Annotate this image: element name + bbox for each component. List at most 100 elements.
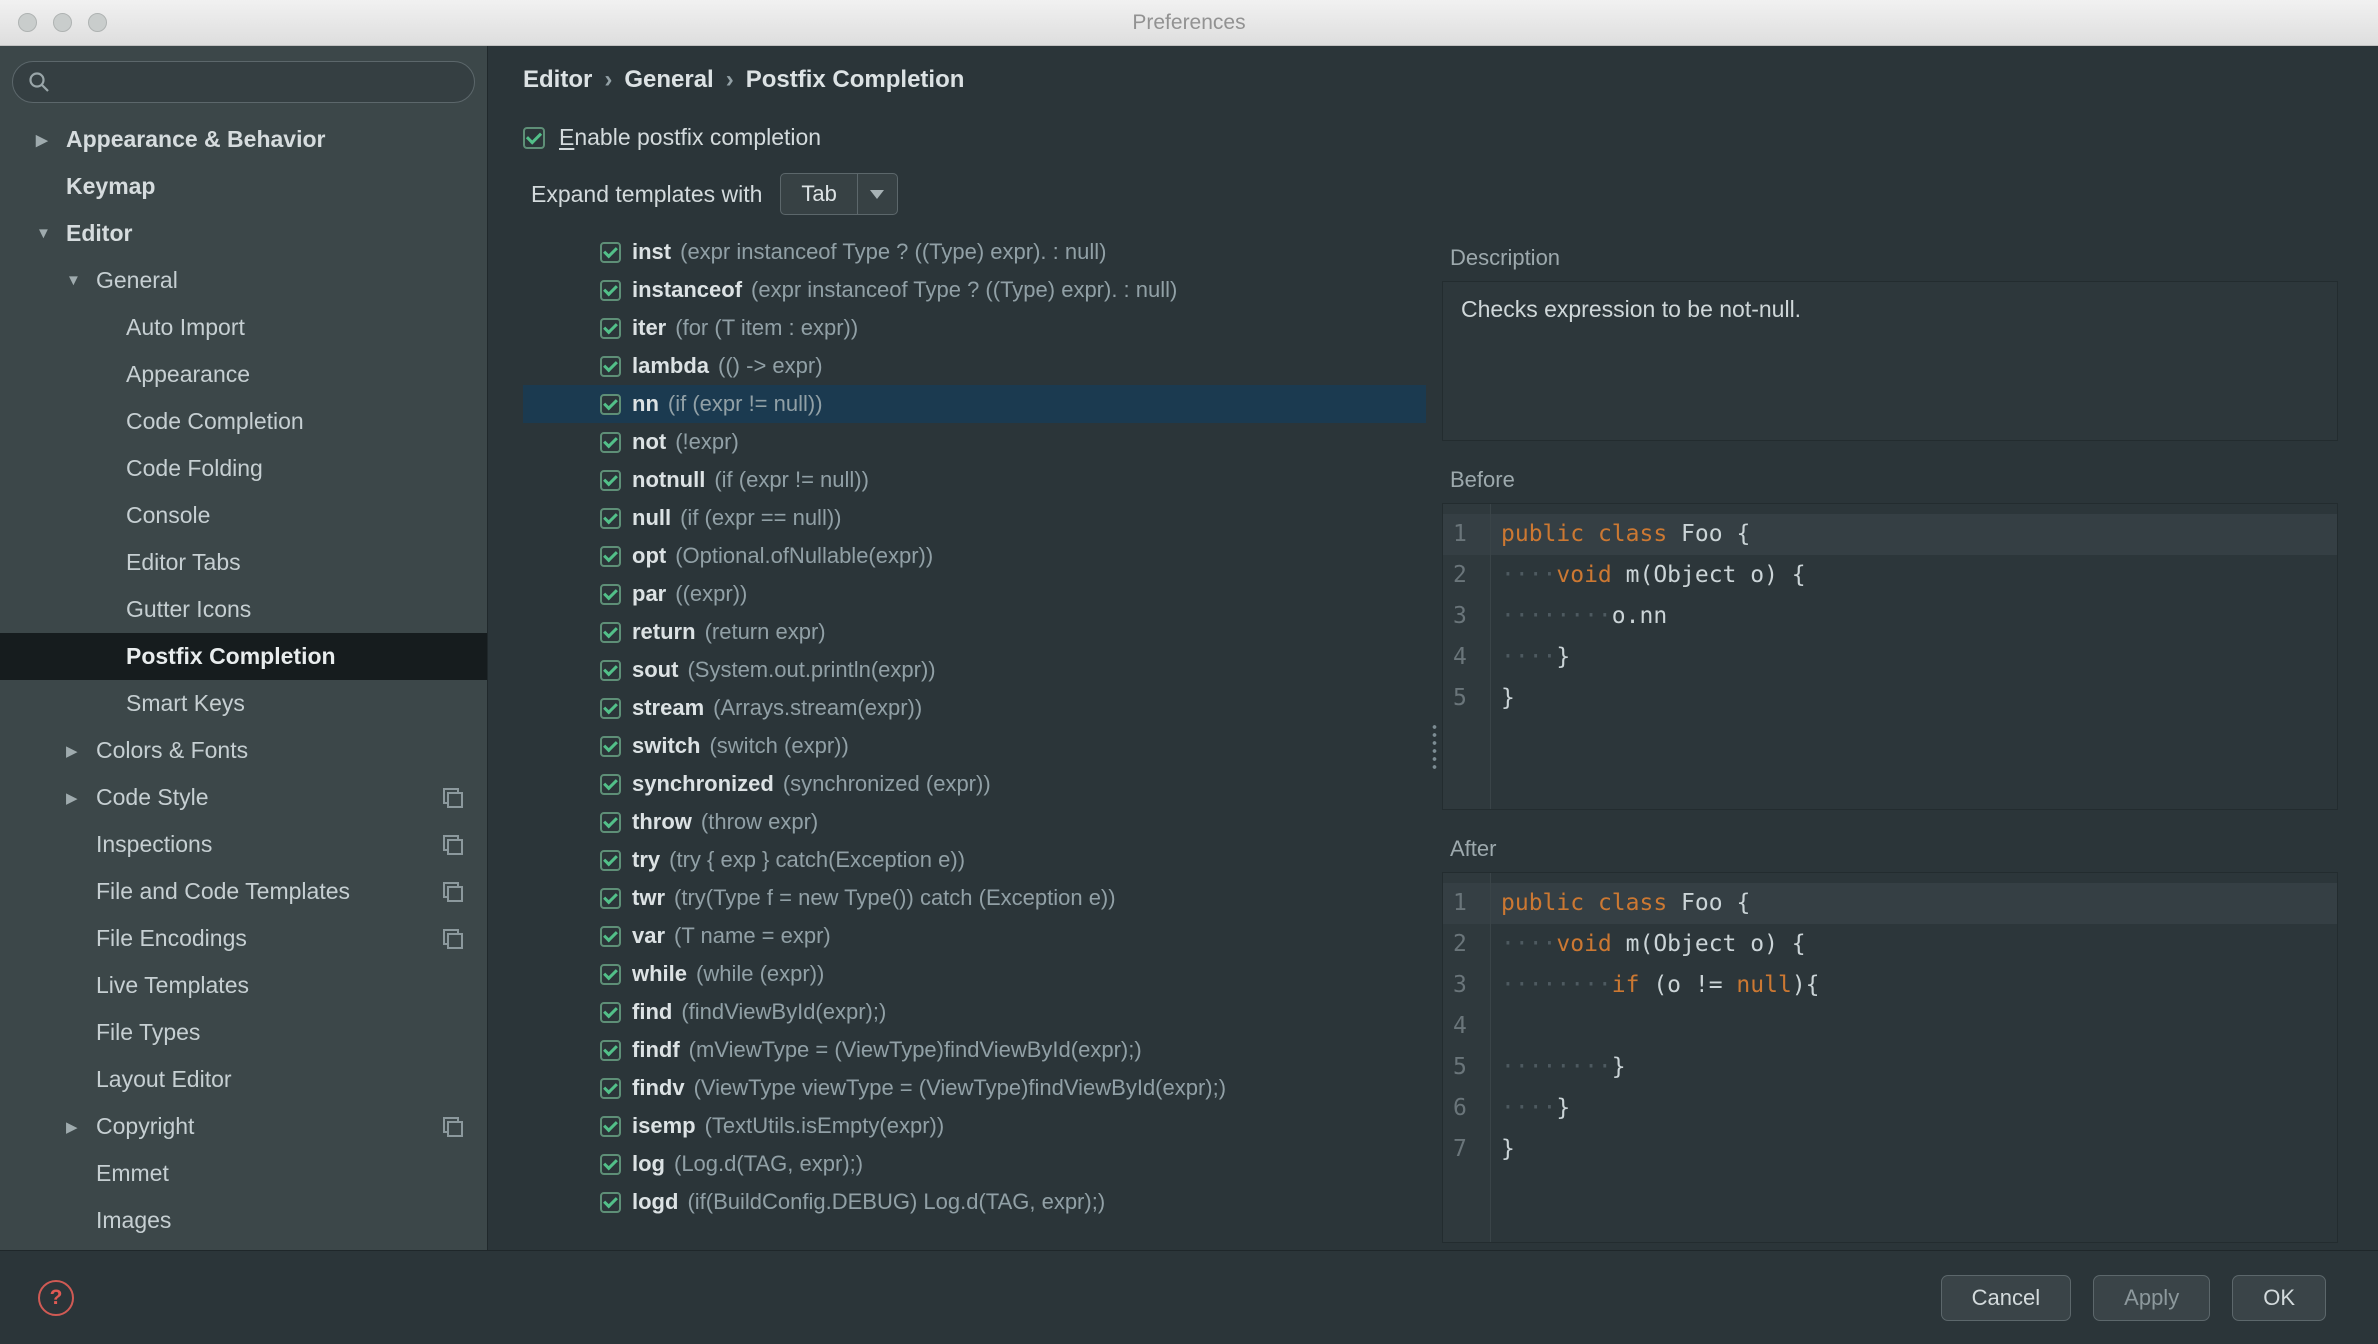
template-checkbox[interactable] bbox=[600, 1040, 621, 1061]
minimize-window-button[interactable] bbox=[53, 13, 72, 32]
sidebar-item-file-types[interactable]: File Types bbox=[0, 1009, 487, 1056]
splitter-grip-icon[interactable] bbox=[1430, 723, 1439, 769]
settings-search-input[interactable] bbox=[61, 69, 466, 95]
template-row-var[interactable]: var(T name = expr) bbox=[523, 917, 1426, 955]
template-row-not[interactable]: not(!expr) bbox=[523, 423, 1426, 461]
template-checkbox[interactable] bbox=[600, 926, 621, 947]
sidebar-item-file-and-code-templates[interactable]: File and Code Templates bbox=[0, 868, 487, 915]
line-number: 4 bbox=[1443, 1006, 1490, 1047]
template-checkbox[interactable] bbox=[600, 584, 621, 605]
sidebar-item-smart-keys[interactable]: Smart Keys bbox=[0, 680, 487, 727]
template-checkbox[interactable] bbox=[600, 850, 621, 871]
template-row-find[interactable]: find(findViewById(expr);) bbox=[523, 993, 1426, 1031]
template-row-return[interactable]: return(return expr) bbox=[523, 613, 1426, 651]
chevron-down-icon[interactable] bbox=[857, 174, 897, 214]
sidebar-item-auto-import[interactable]: Auto Import bbox=[0, 304, 487, 351]
template-row-par[interactable]: par((expr)) bbox=[523, 575, 1426, 613]
template-row-try[interactable]: try(try { exp } catch(Exception e)) bbox=[523, 841, 1426, 879]
sidebar-item-general[interactable]: ▼General bbox=[0, 257, 487, 304]
template-row-findf[interactable]: findf(mViewType = (ViewType)findViewById… bbox=[523, 1031, 1426, 1069]
sidebar-item-emmet[interactable]: Emmet bbox=[0, 1150, 487, 1197]
template-checkbox[interactable] bbox=[600, 394, 621, 415]
template-row-throw[interactable]: throw(throw expr) bbox=[523, 803, 1426, 841]
template-row-twr[interactable]: twr(try(Type f = new Type()) catch (Exce… bbox=[523, 879, 1426, 917]
template-row-sout[interactable]: sout(System.out.println(expr)) bbox=[523, 651, 1426, 689]
template-checkbox[interactable] bbox=[600, 698, 621, 719]
template-row-instanceof[interactable]: instanceof(expr instanceof Type ? ((Type… bbox=[523, 271, 1426, 309]
template-row-inst[interactable]: inst(expr instanceof Type ? ((Type) expr… bbox=[523, 233, 1426, 271]
template-checkbox[interactable] bbox=[600, 622, 621, 643]
template-row-lambda[interactable]: lambda(() -> expr) bbox=[523, 347, 1426, 385]
sidebar-item-editor[interactable]: ▼Editor bbox=[0, 210, 487, 257]
breadcrumb-item-editor[interactable]: Editor bbox=[523, 66, 592, 93]
breadcrumb-item-general[interactable]: General bbox=[624, 66, 713, 93]
template-checkbox[interactable] bbox=[600, 1116, 621, 1137]
template-row-iter[interactable]: iter(for (T item : expr)) bbox=[523, 309, 1426, 347]
template-checkbox[interactable] bbox=[600, 280, 621, 301]
template-checkbox[interactable] bbox=[600, 242, 621, 263]
template-row-findv[interactable]: findv(ViewType viewType = (ViewType)find… bbox=[523, 1069, 1426, 1107]
template-checkbox[interactable] bbox=[600, 660, 621, 681]
template-checkbox[interactable] bbox=[600, 736, 621, 757]
template-checkbox[interactable] bbox=[600, 1154, 621, 1175]
sidebar-item-images[interactable]: Images bbox=[0, 1197, 487, 1244]
template-row-log[interactable]: log(Log.d(TAG, expr);) bbox=[523, 1145, 1426, 1183]
sidebar-item-colors-fonts[interactable]: ▶Colors & Fonts bbox=[0, 727, 487, 774]
template-checkbox[interactable] bbox=[600, 964, 621, 985]
template-checkbox[interactable] bbox=[600, 888, 621, 909]
sidebar-item-inspections[interactable]: Inspections bbox=[0, 821, 487, 868]
chevron-right-icon[interactable]: ▶ bbox=[36, 131, 66, 149]
template-row-isemp[interactable]: isemp(TextUtils.isEmpty(expr)) bbox=[523, 1107, 1426, 1145]
sidebar-item-appearance-behavior[interactable]: ▶Appearance & Behavior bbox=[0, 116, 487, 163]
sidebar-item-live-templates[interactable]: Live Templates bbox=[0, 962, 487, 1009]
sidebar-item-keymap[interactable]: Keymap bbox=[0, 163, 487, 210]
sidebar-item-layout-editor[interactable]: Layout Editor bbox=[0, 1056, 487, 1103]
apply-button[interactable]: Apply bbox=[2093, 1275, 2210, 1321]
template-checkbox[interactable] bbox=[600, 774, 621, 795]
template-checkbox[interactable] bbox=[600, 508, 621, 529]
template-name: findf bbox=[632, 1037, 680, 1063]
sidebar-item-editor-tabs[interactable]: Editor Tabs bbox=[0, 539, 487, 586]
template-row-logd[interactable]: logd(if(BuildConfig.DEBUG) Log.d(TAG, ex… bbox=[523, 1183, 1426, 1221]
cancel-button[interactable]: Cancel bbox=[1941, 1275, 2071, 1321]
sidebar-item-copyright[interactable]: ▶Copyright bbox=[0, 1103, 487, 1150]
sidebar-item-postfix-completion[interactable]: Postfix Completion bbox=[0, 633, 487, 680]
template-checkbox[interactable] bbox=[600, 1192, 621, 1213]
template-row-stream[interactable]: stream(Arrays.stream(expr)) bbox=[523, 689, 1426, 727]
sidebar-item-appearance[interactable]: Appearance bbox=[0, 351, 487, 398]
template-row-null[interactable]: null(if (expr == null)) bbox=[523, 499, 1426, 537]
template-checkbox[interactable] bbox=[600, 1078, 621, 1099]
template-row-opt[interactable]: opt(Optional.ofNullable(expr)) bbox=[523, 537, 1426, 575]
template-row-while[interactable]: while(while (expr)) bbox=[523, 955, 1426, 993]
sidebar-item-code-style[interactable]: ▶Code Style bbox=[0, 774, 487, 821]
template-row-switch[interactable]: switch(switch (expr)) bbox=[523, 727, 1426, 765]
chevron-right-icon[interactable]: ▶ bbox=[66, 789, 96, 807]
template-checkbox[interactable] bbox=[600, 546, 621, 567]
template-row-nn[interactable]: nn(if (expr != null)) bbox=[523, 385, 1426, 423]
sidebar-item-gutter-icons[interactable]: Gutter Icons bbox=[0, 586, 487, 633]
template-row-notnull[interactable]: notnull(if (expr != null)) bbox=[523, 461, 1426, 499]
template-row-synchronized[interactable]: synchronized(synchronized (expr)) bbox=[523, 765, 1426, 803]
chevron-right-icon[interactable]: ▶ bbox=[66, 1118, 96, 1136]
chevron-right-icon[interactable]: ▶ bbox=[66, 742, 96, 760]
sidebar-item-code-completion[interactable]: Code Completion bbox=[0, 398, 487, 445]
template-checkbox[interactable] bbox=[600, 356, 621, 377]
template-checkbox[interactable] bbox=[600, 318, 621, 339]
ok-button[interactable]: OK bbox=[2232, 1275, 2326, 1321]
sidebar-item-console[interactable]: Console bbox=[0, 492, 487, 539]
expand-templates-dropdown[interactable]: Tab bbox=[780, 173, 897, 215]
template-checkbox[interactable] bbox=[600, 812, 621, 833]
template-checkbox[interactable] bbox=[600, 432, 621, 453]
settings-search[interactable] bbox=[12, 61, 475, 103]
enable-postfix-checkbox[interactable] bbox=[523, 127, 545, 149]
chevron-down-icon[interactable]: ▼ bbox=[66, 272, 96, 289]
sidebar-item-file-encodings[interactable]: File Encodings bbox=[0, 915, 487, 962]
chevron-down-icon[interactable]: ▼ bbox=[36, 225, 66, 242]
breadcrumb-item-postfix-completion[interactable]: Postfix Completion bbox=[746, 66, 965, 93]
help-button[interactable]: ? bbox=[38, 1280, 74, 1316]
template-checkbox[interactable] bbox=[600, 1002, 621, 1023]
close-window-button[interactable] bbox=[18, 13, 37, 32]
sidebar-item-code-folding[interactable]: Code Folding bbox=[0, 445, 487, 492]
zoom-window-button[interactable] bbox=[88, 13, 107, 32]
template-checkbox[interactable] bbox=[600, 470, 621, 491]
